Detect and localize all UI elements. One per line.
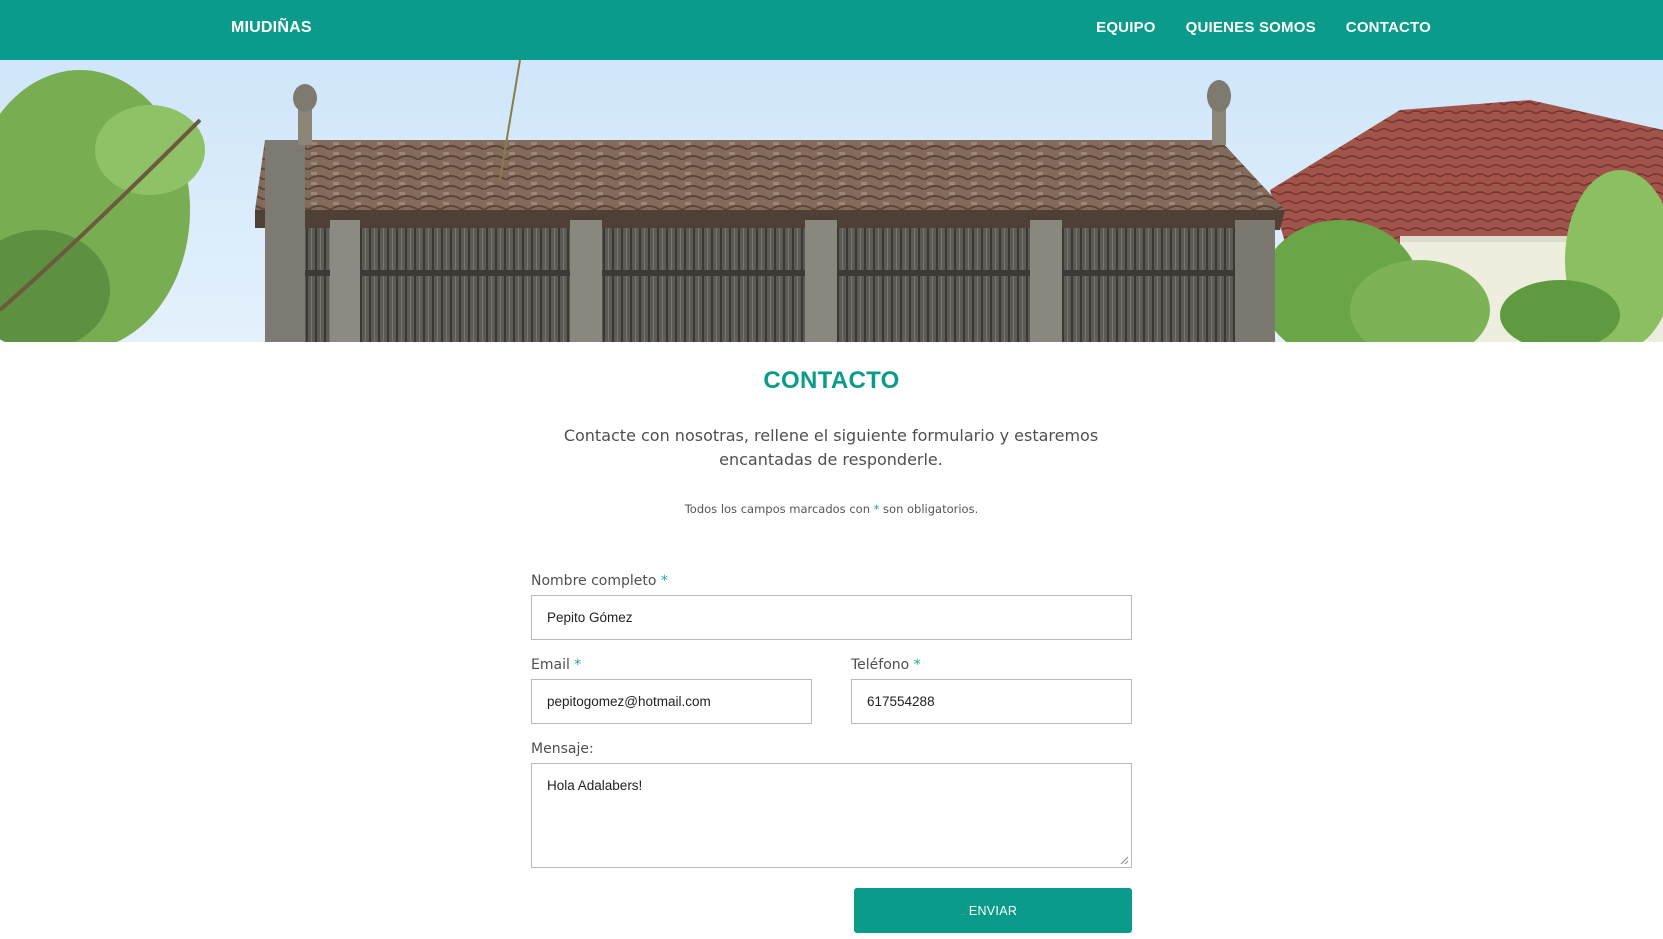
name-label: Nombre completo * [531, 573, 668, 589]
name-label-text: Nombre completo [531, 573, 657, 589]
message-label: Mensaje: [531, 741, 594, 757]
message-textarea-value: Hola Adalabers! [547, 778, 643, 793]
message-label-text: Mensaje: [531, 741, 594, 757]
intro-text: Contacte con nosotras, rellene el siguie… [563, 426, 1099, 469]
name-input[interactable]: Pepito Gómez [531, 595, 1132, 640]
name-required-star: * [660, 573, 668, 589]
submit-button[interactable]: ENVIAR [854, 888, 1132, 933]
hero-image [0, 60, 1663, 342]
page-title: CONTACTO [763, 367, 900, 394]
phone-label: Teléfono * [851, 657, 921, 673]
main-nav: EQUIPO QUIENES SOMOS CONTACTO [1096, 19, 1431, 36]
horreo-photo [0, 60, 1663, 342]
email-required-star: * [574, 657, 582, 673]
top-navigation-bar: MIUDIÑAS EQUIPO QUIENES SOMOS CONTACTO [0, 0, 1663, 60]
phone-required-star: * [913, 657, 921, 673]
name-input-value: Pepito Gómez [547, 610, 633, 625]
phone-input-value: 617554288 [867, 694, 935, 709]
required-fields-note: Todos los campos marcados con * son obli… [0, 502, 1663, 516]
email-label: Email * [531, 657, 581, 673]
resize-handle-icon[interactable] [1120, 856, 1129, 865]
brand-logo-link[interactable]: MIUDIÑAS [231, 19, 312, 37]
required-note-text-after: son obligatorios. [879, 502, 979, 516]
email-input-value: pepitogomez@hotmail.com [547, 694, 711, 709]
message-textarea[interactable]: Hola Adalabers! [531, 763, 1132, 868]
phone-input[interactable]: 617554288 [851, 679, 1132, 724]
required-note-text-before: Todos los campos marcados con [684, 502, 874, 516]
nav-item-quienes-somos[interactable]: QUIENES SOMOS [1186, 19, 1316, 36]
phone-label-text: Teléfono [851, 657, 910, 673]
email-input[interactable]: pepitogomez@hotmail.com [531, 679, 812, 724]
nav-item-equipo[interactable]: EQUIPO [1096, 19, 1156, 36]
nav-item-contacto[interactable]: CONTACTO [1346, 19, 1431, 36]
email-label-text: Email [531, 657, 570, 673]
